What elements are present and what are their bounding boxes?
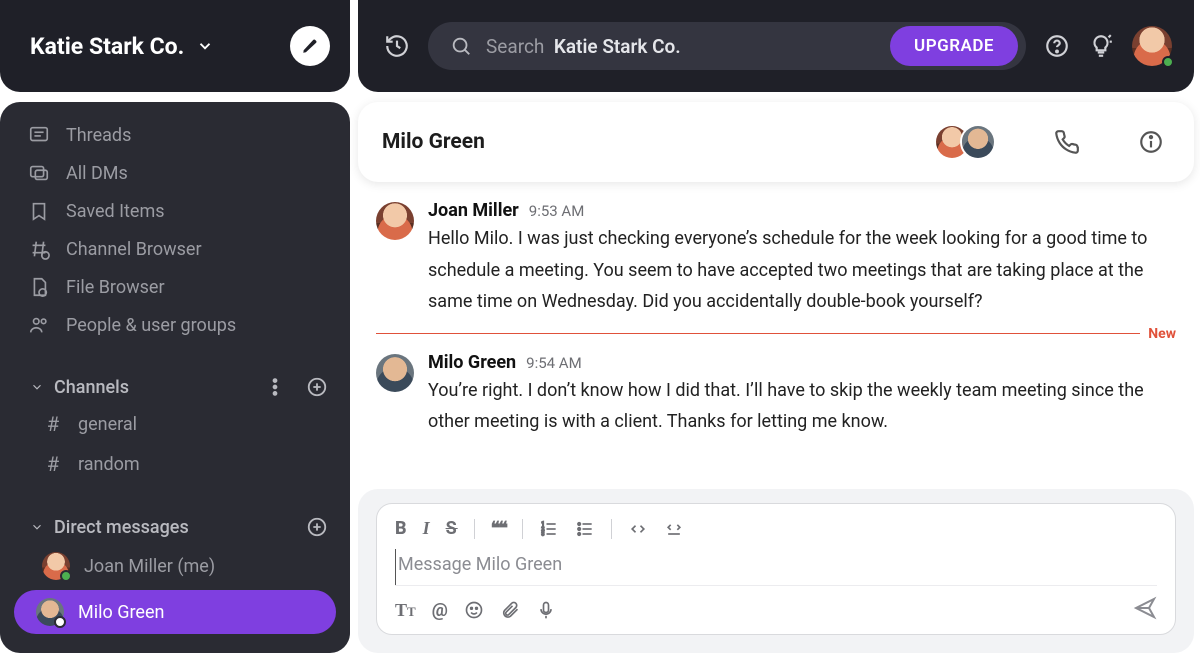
avatar: [960, 124, 996, 160]
quote-button[interactable]: ❝❝: [491, 518, 506, 539]
svg-text:3: 3: [542, 531, 545, 537]
section-title: Direct messages: [54, 517, 189, 538]
file-browser-icon: [28, 276, 50, 298]
search-bar[interactable]: Search Katie Stark Co. UPGRADE: [428, 22, 1026, 70]
message-composer[interactable]: B I S ❝❝ 123 Message Milo Green TT @: [376, 503, 1176, 635]
plus-circle-icon[interactable]: [306, 516, 328, 538]
nav-label: Saved Items: [66, 201, 165, 222]
bookmark-icon: [28, 200, 50, 222]
chat-title[interactable]: Milo Green: [382, 130, 485, 154]
avatar[interactable]: [376, 202, 414, 240]
nav-saved[interactable]: Saved Items: [0, 192, 350, 230]
mic-button[interactable]: [536, 600, 556, 620]
workspace-name[interactable]: Katie Stark Co.: [30, 33, 184, 60]
formatting-toggle[interactable]: TT: [395, 600, 416, 621]
info-icon[interactable]: [1138, 129, 1164, 155]
channel-general[interactable]: # general: [0, 404, 350, 444]
avatar: [36, 598, 64, 626]
hash-icon: #: [42, 412, 64, 436]
message-text: Hello Milo. I was just checking everyone…: [428, 223, 1176, 318]
mention-button[interactable]: @: [432, 600, 448, 621]
plus-circle-icon[interactable]: [306, 376, 328, 398]
send-icon: [1133, 596, 1157, 620]
message-input[interactable]: Message Milo Green: [395, 549, 1157, 585]
current-user-avatar[interactable]: [1132, 26, 1172, 66]
hash-icon: #: [42, 452, 64, 476]
workspace-header: Katie Stark Co.: [0, 0, 350, 92]
nav-file-browser[interactable]: File Browser: [0, 268, 350, 306]
participants-avatars[interactable]: [944, 124, 996, 160]
section-title: Channels: [54, 377, 129, 398]
bold-button[interactable]: B: [395, 518, 407, 539]
history-icon[interactable]: [384, 33, 410, 59]
message-time: 9:53 AM: [529, 202, 585, 220]
message: Milo Green 9:54 AM You’re right. I don’t…: [376, 344, 1176, 442]
dms-icon: [28, 162, 50, 184]
dm-name: Milo Green: [78, 602, 164, 623]
nav-all-dms[interactable]: All DMs: [0, 154, 350, 192]
topbar: Search Katie Stark Co. UPGRADE: [358, 0, 1194, 92]
compose-button[interactable]: [290, 26, 330, 66]
send-button[interactable]: [1133, 596, 1157, 624]
message-text: You’re right. I don’t know how I did tha…: [428, 375, 1176, 438]
format-toolbar: B I S ❝❝ 123: [395, 514, 1157, 549]
message-time: 9:54 AM: [526, 354, 582, 372]
channel-browser-icon: [28, 238, 50, 260]
message: Joan Miller 9:53 AM Hello Milo. I was ju…: [376, 192, 1176, 322]
channel-random[interactable]: # random: [0, 444, 350, 484]
composer-actions: TT @: [395, 585, 1157, 624]
nav-threads[interactable]: Threads: [0, 116, 350, 154]
nav-label: File Browser: [66, 277, 165, 298]
lightbulb-icon[interactable]: [1088, 33, 1114, 59]
dm-milo-green[interactable]: Milo Green: [14, 590, 336, 634]
upgrade-button[interactable]: UPGRADE: [890, 26, 1018, 66]
code-block-button[interactable]: [664, 519, 684, 539]
avatar: [42, 552, 70, 580]
attach-button[interactable]: [500, 600, 520, 620]
sidebar: Threads All DMs Saved Items Channel Brow…: [0, 102, 350, 653]
pencil-icon: [301, 37, 319, 55]
message-list: Joan Miller 9:53 AM Hello Milo. I was ju…: [358, 192, 1194, 442]
new-messages-divider: New: [376, 326, 1176, 342]
strike-button[interactable]: S: [446, 518, 458, 539]
new-label: New: [1148, 326, 1176, 342]
ordered-list-button[interactable]: 123: [539, 519, 559, 539]
nav-channel-browser[interactable]: Channel Browser: [0, 230, 350, 268]
channel-name: general: [78, 414, 137, 435]
bullet-list-button[interactable]: [575, 519, 595, 539]
channels-section-header[interactable]: Channels: [0, 366, 350, 404]
search-icon: [450, 35, 472, 57]
message-placeholder: Message Milo Green: [398, 554, 562, 575]
call-icon[interactable]: [1054, 129, 1080, 155]
nav-people[interactable]: People & user groups: [0, 306, 350, 344]
nav-label: Channel Browser: [66, 239, 202, 260]
message-author[interactable]: Milo Green: [428, 352, 516, 373]
kebab-icon[interactable]: [264, 376, 286, 398]
help-icon[interactable]: [1044, 33, 1070, 59]
emoji-button[interactable]: [464, 600, 484, 620]
italic-button[interactable]: I: [423, 518, 430, 539]
nav-label: People & user groups: [66, 315, 236, 336]
chat-header: Milo Green: [358, 102, 1194, 182]
dms-section-header[interactable]: Direct messages: [0, 506, 350, 544]
caret-down-icon: [30, 520, 44, 534]
composer-area: B I S ❝❝ 123 Message Milo Green TT @: [358, 489, 1194, 653]
avatar[interactable]: [376, 354, 414, 392]
nav-label: All DMs: [66, 163, 128, 184]
threads-icon: [28, 124, 50, 146]
caret-down-icon: [30, 380, 44, 394]
message-author[interactable]: Joan Miller: [428, 200, 519, 221]
dm-joan-miller[interactable]: Joan Miller (me): [0, 544, 350, 588]
channel-name: random: [78, 454, 140, 475]
search-placeholder: Search Katie Stark Co.: [486, 35, 681, 58]
people-icon: [28, 314, 50, 336]
code-button[interactable]: [628, 519, 648, 539]
nav-label: Threads: [66, 125, 131, 146]
chevron-down-icon[interactable]: [196, 37, 214, 55]
dm-name: Joan Miller (me): [84, 556, 215, 577]
